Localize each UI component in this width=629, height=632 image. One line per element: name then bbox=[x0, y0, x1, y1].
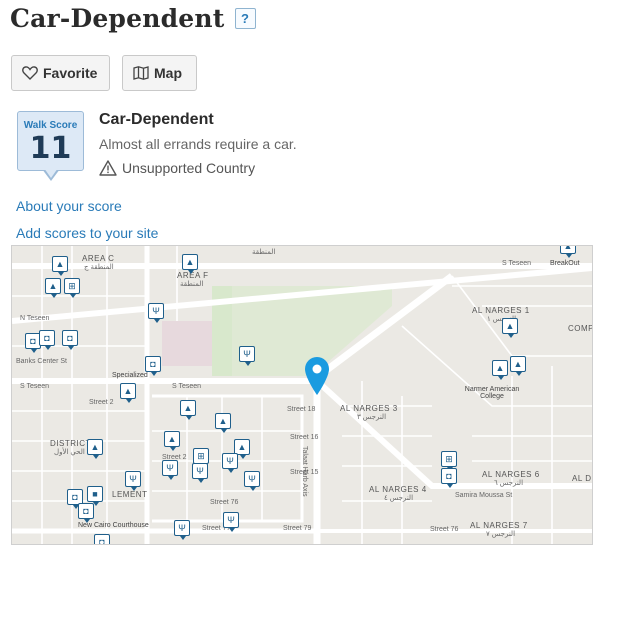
map-label-s-teseen-top: S Teseen bbox=[502, 260, 532, 267]
about-score-link[interactable]: About your score bbox=[16, 198, 122, 214]
school-icon[interactable]: ▲ bbox=[52, 256, 68, 276]
map-label-area-f-ar: المنطقة bbox=[180, 281, 204, 288]
shopping-cart-icon[interactable]: ⊞ bbox=[441, 451, 457, 471]
coffee-icon[interactable]: ◘ bbox=[62, 330, 78, 350]
school-icon[interactable]: ▲ bbox=[164, 431, 180, 451]
restaurant-icon[interactable]: Ψ bbox=[222, 453, 238, 473]
coffee-icon[interactable]: ◘ bbox=[441, 468, 457, 488]
restaurant-icon[interactable]: Ψ bbox=[192, 463, 208, 483]
map-label-lement: LEMENT bbox=[112, 490, 148, 499]
map-label-n-teseen: N Teseen bbox=[20, 315, 50, 322]
restaurant-icon[interactable]: Ψ bbox=[174, 520, 190, 540]
walk-score-badge: Walk Score 11 bbox=[17, 111, 84, 183]
favorite-label: Favorite bbox=[43, 65, 98, 81]
map-label-street-18: Street 18 bbox=[287, 406, 316, 413]
page-title: Car-Dependent bbox=[10, 4, 225, 33]
school-icon[interactable]: ▲ bbox=[182, 254, 198, 274]
badge-body: Walk Score 11 bbox=[17, 111, 84, 171]
map-label-al-narges-4-ar: النرجس ٤ bbox=[384, 495, 414, 502]
school-icon[interactable]: ▲ bbox=[510, 356, 526, 376]
walk-score-value: 11 bbox=[29, 131, 72, 166]
badge-label: Walk Score bbox=[23, 120, 78, 131]
score-title: Car-Dependent bbox=[99, 111, 214, 128]
shopping-cart-icon[interactable]: ⊞ bbox=[64, 278, 80, 298]
school-icon[interactable]: ▲ bbox=[87, 439, 103, 459]
restaurant-icon[interactable]: Ψ bbox=[223, 512, 239, 532]
coffee-icon[interactable]: ◘ bbox=[78, 503, 94, 523]
restaurant-icon[interactable]: Ψ bbox=[244, 471, 260, 491]
restaurant-icon[interactable]: Ψ bbox=[239, 346, 255, 366]
map-label-banks-center: Banks Center St bbox=[16, 358, 67, 365]
map-label-street-16: Street 16 bbox=[290, 434, 319, 441]
help-button[interactable]: ? bbox=[234, 8, 256, 29]
page-header: Car-Dependent ? bbox=[10, 4, 256, 33]
restaurant-icon[interactable]: Ψ bbox=[148, 303, 164, 323]
unsupported-country: Unsupported Country bbox=[99, 160, 255, 176]
score-description: Almost all errands require a car. bbox=[99, 136, 297, 152]
map-label-al-montaza: المنطقة bbox=[252, 249, 276, 256]
map-label-al-narges-3: AL NARGES 3 bbox=[340, 404, 398, 413]
school-icon[interactable]: ▲ bbox=[502, 318, 518, 338]
badge-tail-fill bbox=[44, 168, 58, 178]
map-label-al-narges-4: AL NARGES 4 bbox=[369, 485, 427, 494]
unsupported-label: Unsupported Country bbox=[122, 160, 256, 176]
map-label-district: DISTRICT bbox=[50, 439, 91, 448]
map-label-street-79: Street 79 bbox=[283, 525, 312, 532]
school-icon[interactable]: ▲ bbox=[560, 246, 576, 258]
map-label-new-cairo: New Cairo Courthouse bbox=[78, 522, 149, 529]
map-label-street-76b: Street 76 bbox=[210, 499, 239, 506]
map-label-district-ar: الحي الأول bbox=[54, 449, 85, 456]
shopping-cart-icon[interactable]: ⊞ bbox=[193, 448, 209, 468]
neighborhood-map[interactable]: AREA C المنطقة ج AREA F المنطقة المنطقة … bbox=[11, 245, 593, 545]
map-label-al-narges-7-ar: النرجس ٧ bbox=[486, 531, 516, 538]
map-label: Map bbox=[154, 65, 182, 81]
map-label-al-di: AL DI bbox=[572, 474, 593, 483]
coffee-icon[interactable]: ◘ bbox=[145, 356, 161, 376]
map-label-street-2: Street 2 bbox=[89, 399, 114, 406]
map-icon bbox=[133, 66, 149, 80]
school-icon[interactable]: ▲ bbox=[180, 400, 196, 420]
map-label-area-c: AREA C bbox=[82, 254, 115, 263]
map-label-al-narges-3-ar: النرجس ٣ bbox=[357, 414, 387, 421]
school-icon[interactable]: ▲ bbox=[492, 360, 508, 380]
map-label-narmer: Narmer American College bbox=[464, 386, 520, 400]
map-label-al-narges-6: AL NARGES 6 bbox=[482, 470, 540, 479]
map-label-talaat-harb: Talaat Harb Axis bbox=[301, 446, 308, 497]
map-label-s-teseen-left: S Teseen bbox=[20, 383, 50, 390]
add-scores-link[interactable]: Add scores to your site bbox=[16, 225, 158, 241]
school-icon[interactable]: ▲ bbox=[215, 413, 231, 433]
location-pin-icon bbox=[305, 357, 329, 395]
coffee-icon[interactable]: ◘ bbox=[39, 330, 55, 350]
map-label-s-teseen-mid: S Teseen bbox=[172, 383, 202, 390]
restaurant-icon[interactable]: Ψ bbox=[162, 460, 178, 480]
map-label-compo: COMPO bbox=[568, 324, 592, 333]
map-label-samira-moussa: Samira Moussa St bbox=[455, 492, 513, 499]
map-label-al-narges-7: AL NARGES 7 bbox=[470, 521, 528, 530]
restaurant-icon[interactable]: Ψ bbox=[125, 471, 141, 491]
map-label-breakout: BreakOut bbox=[550, 260, 580, 267]
school-icon[interactable]: ▲ bbox=[45, 278, 61, 298]
map-label-specialized: Specialized bbox=[112, 372, 148, 379]
map-button[interactable]: Map bbox=[122, 55, 197, 91]
heart-icon bbox=[22, 66, 38, 80]
school-icon[interactable]: ▲ bbox=[120, 383, 136, 403]
map-label-street-76: Street 76 bbox=[430, 526, 459, 533]
map-label-area-c-ar: المنطقة ج bbox=[84, 264, 114, 271]
map-label-al-narges-6-ar: النرجس ٦ bbox=[494, 480, 524, 487]
favorite-button[interactable]: Favorite bbox=[11, 55, 110, 91]
coffee-icon[interactable]: ◘ bbox=[94, 534, 110, 544]
map-label-al-narges-1: AL NARGES 1 bbox=[472, 306, 530, 315]
warning-icon bbox=[99, 160, 117, 176]
shopping-bag-icon[interactable]: ■ bbox=[87, 486, 103, 506]
